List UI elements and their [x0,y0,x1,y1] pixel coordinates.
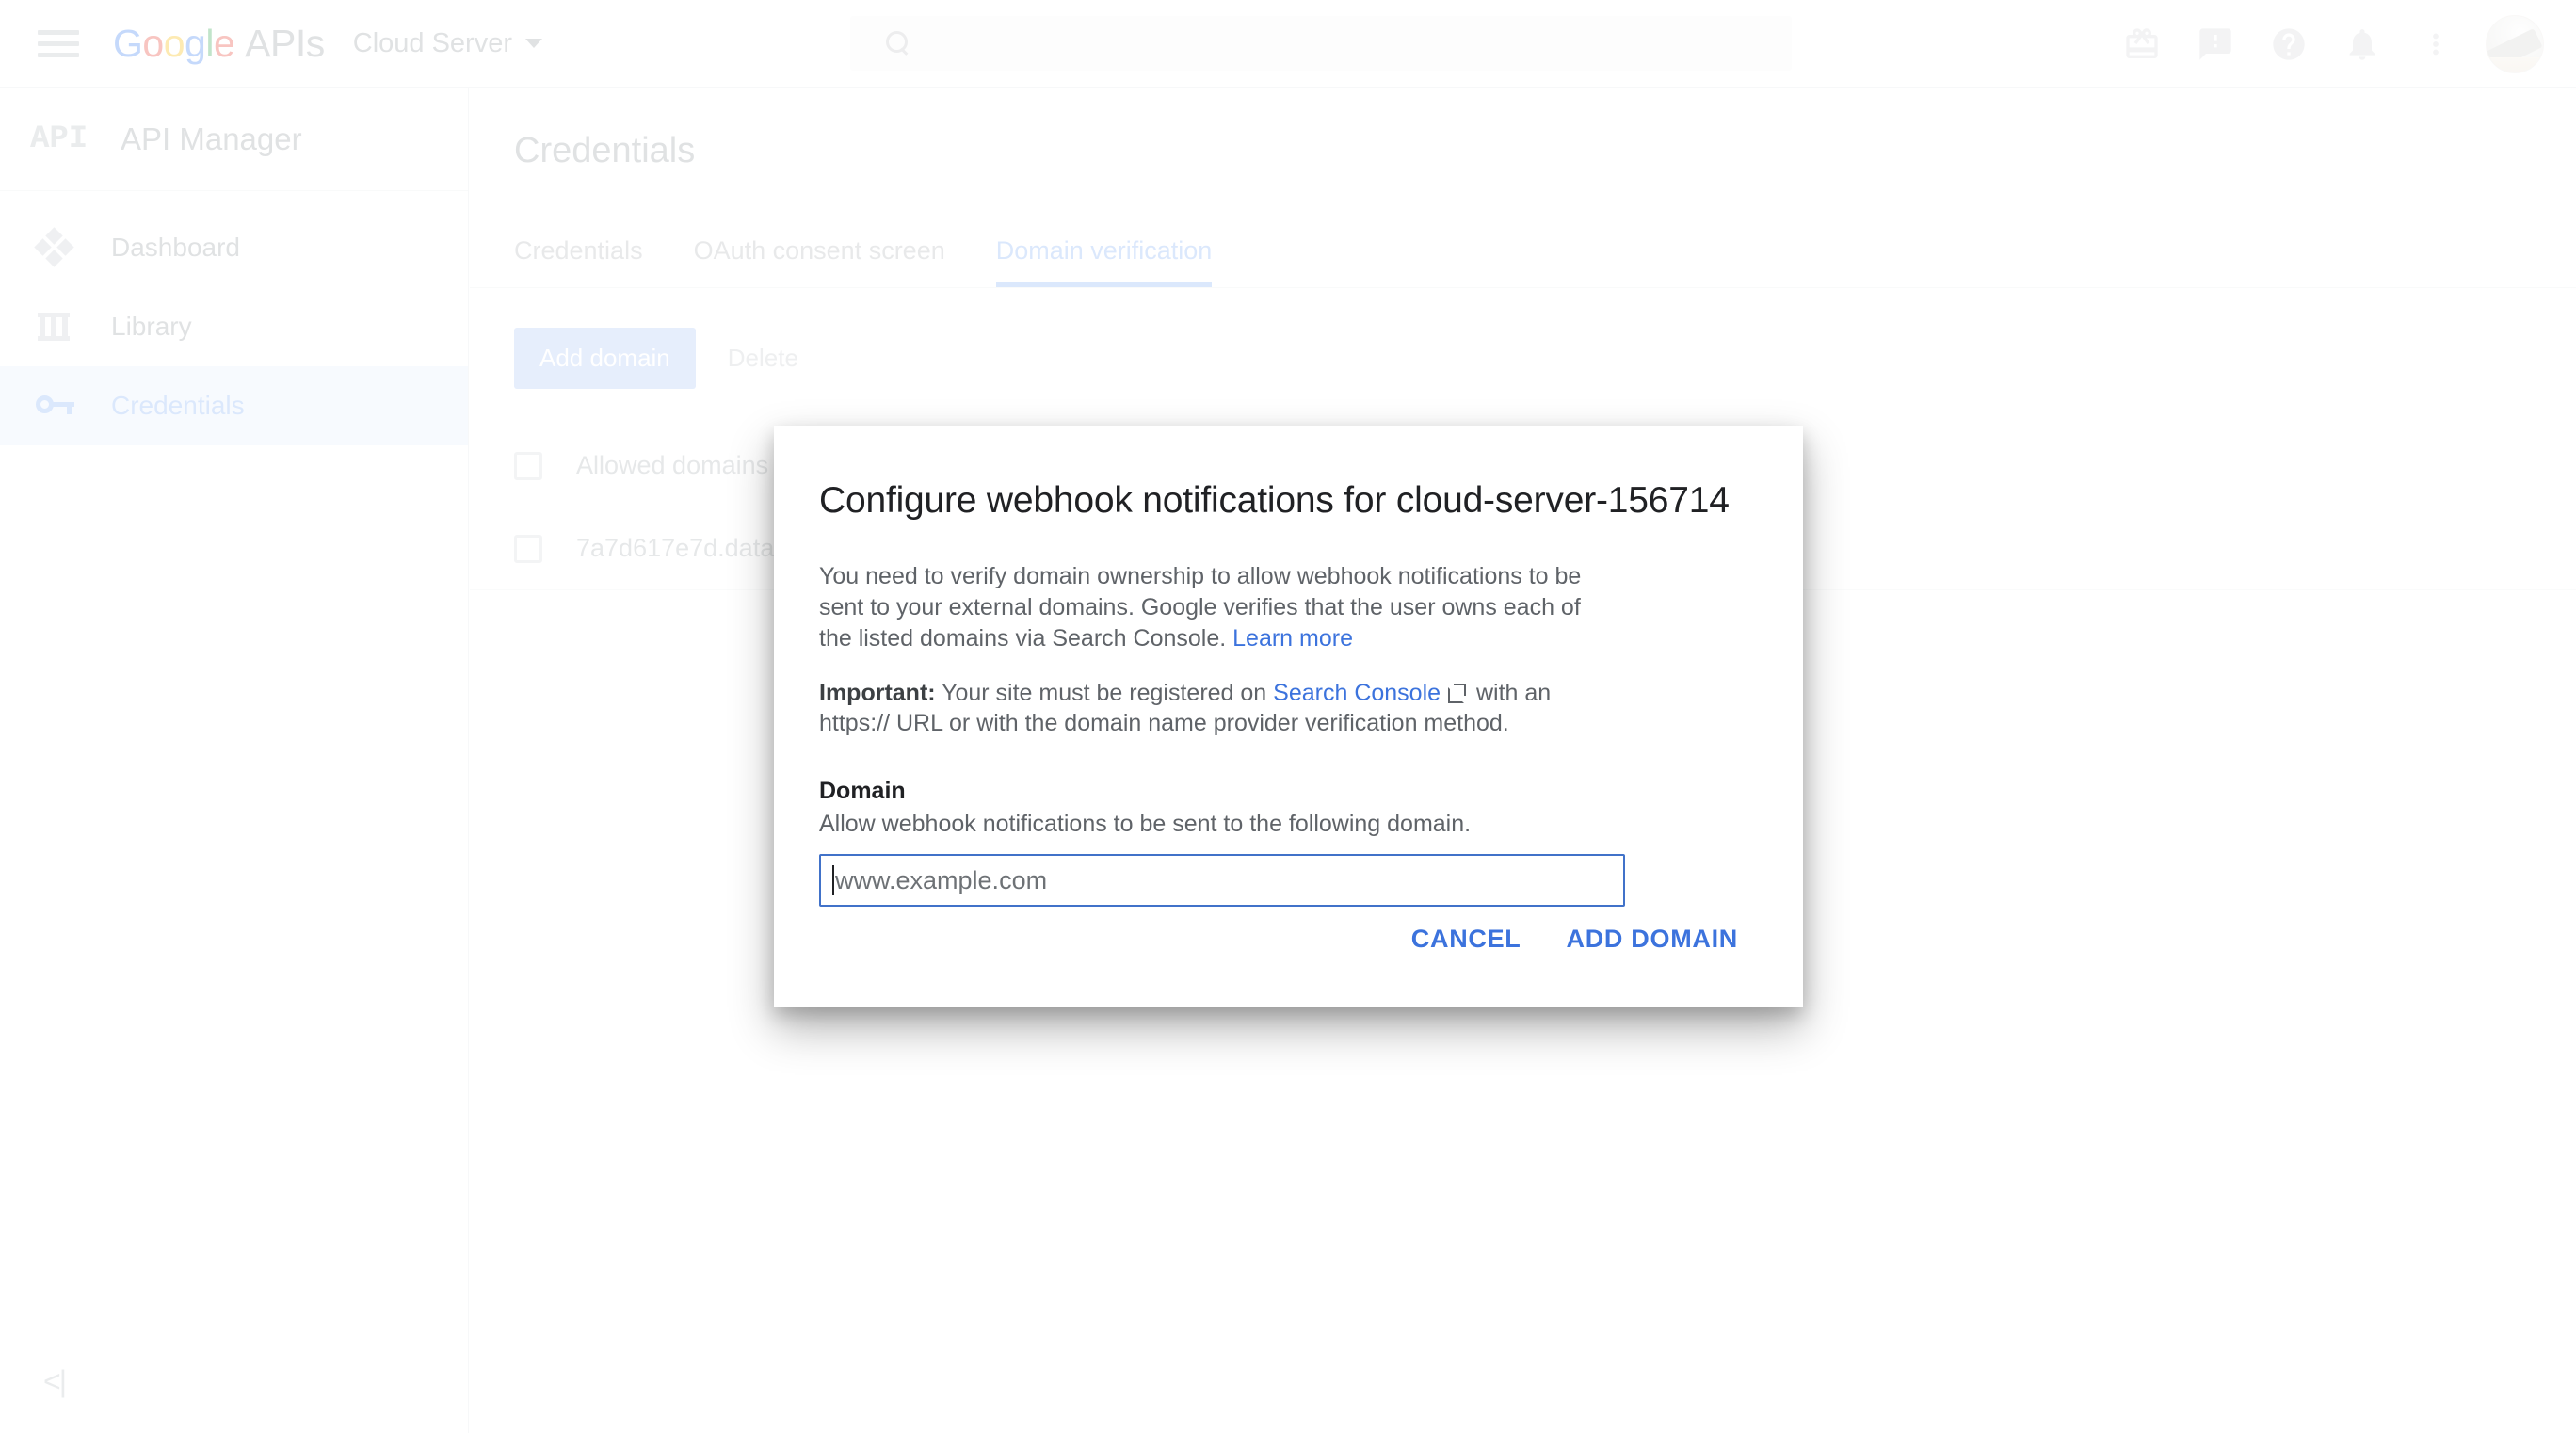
help-icon[interactable] [2252,8,2326,81]
dialog-body: You need to verify domain ownership to a… [774,561,1803,907]
hamburger-icon[interactable] [38,28,79,58]
sidebar-item-dashboard[interactable]: Dashboard [0,208,468,287]
row-checkbox[interactable] [514,534,542,563]
select-all-checkbox[interactable] [514,451,542,480]
header-icon-group [2105,0,2555,88]
dialog-actions: CANCEL ADD DOMAIN [1389,911,1761,967]
more-vert-icon[interactable] [2399,8,2472,81]
dialog-title: Configure webhook notifications for clou… [819,480,1730,521]
text-cursor [832,865,834,895]
dashboard-icon [34,227,87,267]
important-label: Important: [819,680,936,706]
domain-cell: 7a7d617e7d.datapli [576,534,800,562]
sidebar-item-label: Library [111,312,192,341]
google-apis-logo[interactable]: Google APIs [113,22,325,66]
sidebar-item-label: Credentials [111,391,245,420]
sidebar-item-library[interactable]: Library [0,287,468,366]
sidebar-item-label: Dashboard [111,233,240,262]
search-icon [886,31,910,56]
important-text-before: Your site must be registered on [935,680,1274,706]
sidebar-item-credentials[interactable]: Credentials [0,366,468,445]
sidebar: API API Manager Dashboard Library Creden… [0,88,469,1433]
add-domain-submit-button[interactable]: ADD DOMAIN [1544,911,1762,967]
domain-input[interactable] [835,865,1588,895]
gift-icon[interactable] [2105,8,2179,81]
toolbar: Add domain Delete [470,328,2576,389]
cancel-button[interactable]: CANCEL [1389,911,1544,967]
search-input[interactable] [929,28,1758,58]
search-bar[interactable] [850,16,1792,71]
sidebar-title: API Manager [121,121,302,156]
external-link-icon [1448,684,1467,703]
column-header-allowed-domains: Allowed domains [576,451,769,479]
sidebar-nav: Dashboard Library Credentials [0,191,468,445]
feedback-icon[interactable] [2179,8,2252,81]
app-root: Google APIs Cloud Server API API Manager… [0,0,2576,1433]
library-icon [36,308,87,346]
dialog-description-text: You need to verify domain ownership to a… [819,563,1582,652]
api-manager-logo: API [30,121,89,157]
key-icon [36,387,87,425]
domain-field-label: Domain [819,778,906,804]
search-console-link[interactable]: Search Console [1273,680,1441,706]
configure-webhook-dialog: Configure webhook notifications for clou… [774,426,1803,1007]
tab-oauth-consent-screen[interactable]: OAuth consent screen [694,236,945,287]
dialog-important-note: Important: Your site must be registered … [819,678,1610,738]
dialog-description: You need to verify domain ownership to a… [819,561,1619,654]
domain-input-wrapper[interactable] [819,854,1625,907]
collapse-sidebar-icon[interactable]: <| [43,1364,67,1399]
learn-more-link[interactable]: Learn more [1232,625,1353,652]
tab-bar: Credentials OAuth consent screen Domain … [470,220,2576,288]
project-selector[interactable]: Cloud Server [353,28,542,59]
notifications-icon[interactable] [2326,8,2399,81]
top-bar: Google APIs Cloud Server [0,0,2576,88]
add-domain-button[interactable]: Add domain [514,328,696,389]
avatar[interactable] [2486,14,2544,73]
chevron-down-icon [525,39,542,48]
delete-button: Delete [707,328,819,389]
page-title: Credentials [514,131,696,170]
sidebar-header: API API Manager [0,88,468,191]
domain-field-help: Allow webhook notifications to be sent t… [819,811,1472,837]
project-name: Cloud Server [352,27,512,58]
tab-domain-verification[interactable]: Domain verification [995,236,1213,287]
tab-credentials[interactable]: Credentials [514,236,643,287]
